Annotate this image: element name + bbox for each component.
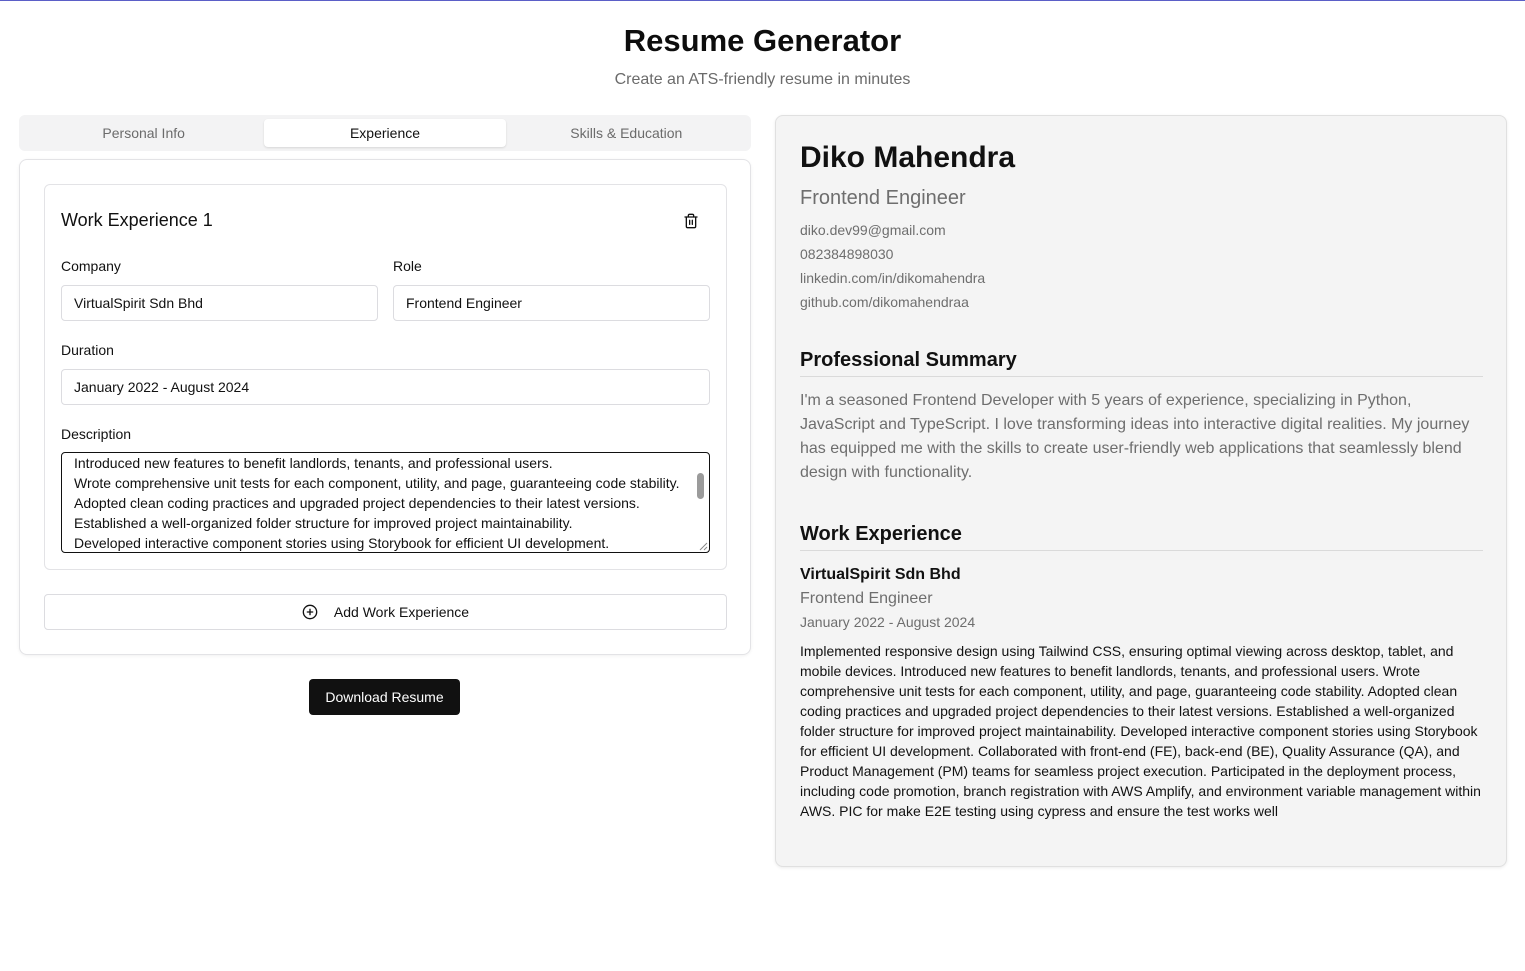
experience-duration: January 2022 - August 2024 <box>800 614 976 630</box>
resume-contacts: diko.dev99@gmail.com 082384898030 linked… <box>800 218 1483 314</box>
download-resume-button[interactable]: Download Resume <box>309 679 460 715</box>
resume-preview: Diko Mahendra Frontend Engineer diko.dev… <box>775 115 1507 867</box>
add-work-experience-label: Add Work Experience <box>333 604 470 620</box>
tab-experience[interactable]: Experience <box>264 119 506 147</box>
resume-github: github.com/dikomahendraa <box>800 294 969 310</box>
description-textarea[interactable]: Introduced new features to benefit landl… <box>61 452 710 553</box>
description-text: Introduced new features to benefit landl… <box>74 453 685 552</box>
experience-company: VirtualSpirit Sdn Bhd <box>800 566 961 583</box>
experience-editor-card: Work Experience 1 Company VirtualSpirit … <box>19 159 751 655</box>
tab-personal-info[interactable]: Personal Info <box>23 119 264 147</box>
resize-grip-icon[interactable] <box>698 541 708 551</box>
duration-label: Duration <box>61 342 114 358</box>
work-experience-title: Work Experience 1 <box>61 210 213 230</box>
duration-input[interactable]: January 2022 - August 2024 <box>61 369 710 405</box>
role-label: Role <box>393 258 422 274</box>
experience-description: Implemented responsive design using Tail… <box>800 643 1481 819</box>
tab-bar: Personal Info Experience Skills & Educat… <box>19 115 751 151</box>
page-subtitle: Create an ATS-friendly resume in minutes <box>614 71 911 88</box>
work-experience-card: Work Experience 1 Company VirtualSpirit … <box>44 184 727 570</box>
trash-icon <box>684 213 698 229</box>
add-work-experience-button[interactable]: Add Work Experience <box>44 594 727 630</box>
resume-linkedin: linkedin.com/in/dikomahendra <box>800 270 986 286</box>
description-line: Established a well-organized folder stru… <box>74 515 573 531</box>
resume-email: diko.dev99@gmail.com <box>800 222 946 238</box>
work-experience-heading: Work Experience <box>800 522 1483 551</box>
summary-text: I'm a seasoned Frontend Developer with 5… <box>800 392 1470 481</box>
experience-role: Frontend Engineer <box>800 590 933 607</box>
plus-circle-icon <box>302 604 318 620</box>
resume-phone: 082384898030 <box>800 246 894 262</box>
resume-job-title: Frontend Engineer <box>800 187 966 209</box>
summary-heading: Professional Summary <box>800 348 1483 377</box>
role-input[interactable]: Frontend Engineer <box>393 285 710 321</box>
description-label: Description <box>61 426 132 442</box>
resume-preview-content: Diko Mahendra Frontend Engineer diko.dev… <box>800 140 1483 821</box>
tab-skills-education[interactable]: Skills & Education <box>506 119 747 147</box>
resume-name: Diko Mahendra <box>800 141 1016 174</box>
description-line: Developed interactive component stories … <box>74 535 610 551</box>
description-line: Adopted clean coding practices and upgra… <box>74 495 640 511</box>
company-input[interactable]: VirtualSpirit Sdn Bhd <box>61 285 378 321</box>
description-line: Introduced new features to benefit landl… <box>74 455 553 471</box>
page-title: Resume Generator <box>623 23 902 58</box>
page-header: Resume Generator Create an ATS-friendly … <box>0 22 1525 90</box>
description-line: Wrote comprehensive unit tests for each … <box>74 475 680 491</box>
top-accent-rule <box>0 0 1525 1</box>
description-scrollbar[interactable] <box>697 473 704 499</box>
company-label: Company <box>61 258 121 274</box>
delete-experience-button[interactable] <box>677 207 705 235</box>
